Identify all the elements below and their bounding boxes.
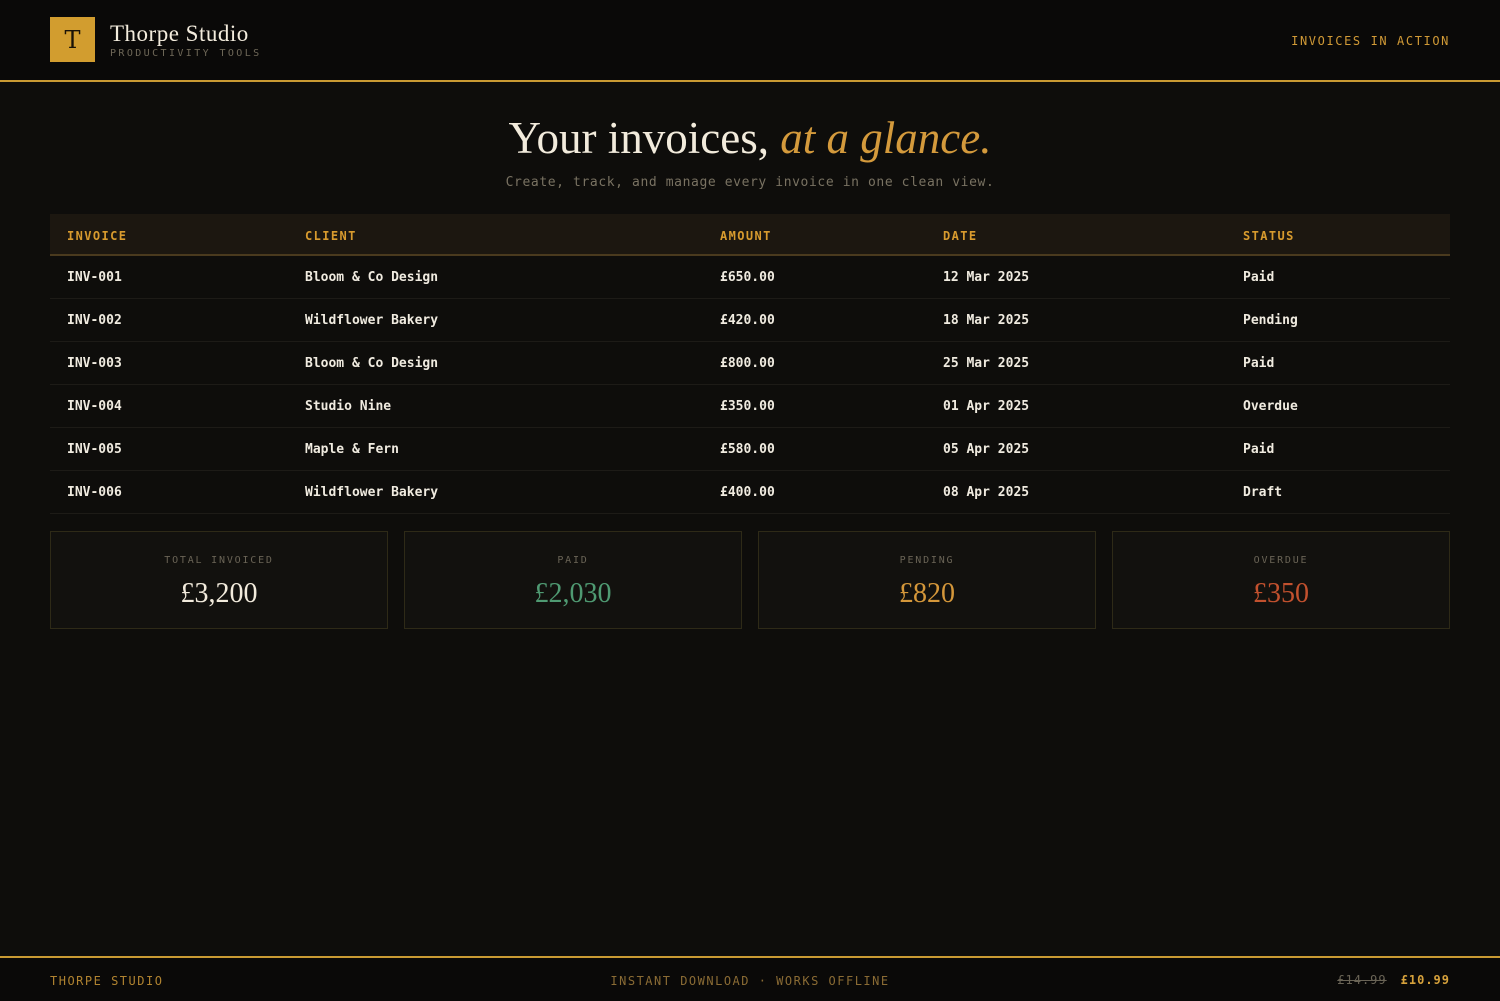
invoice-amount: £650.00 [720,270,775,285]
status-badge: Draft [1243,485,1283,500]
footer-price[interactable]: £14.99 £10.99 [1337,973,1450,987]
invoice-id: INV-002 [67,313,122,328]
invoice-id: INV-005 [67,442,122,457]
status-badge: Overdue [1243,399,1298,414]
invoice-amount: £350.00 [720,399,775,414]
column-header-client[interactable]: CLIENT [305,229,357,243]
invoice-amount: £420.00 [720,313,775,328]
stat-label: PENDING [899,555,955,566]
stat-card-total-invoiced: TOTAL INVOICED £3,200 [50,531,388,629]
invoice-table: INVOICE CLIENT AMOUNT DATE STATUS INV-00… [50,214,1450,514]
summary-stats: TOTAL INVOICED £3,200 PAID £2,030 PENDIN… [50,531,1450,629]
stat-value: £820 [899,578,955,609]
logo[interactable]: T [50,17,95,62]
invoice-date: 05 Apr 2025 [943,442,1030,457]
page-subtitle: Create, track, and manage every invoice … [505,175,995,190]
column-header-invoice[interactable]: INVOICE [67,229,127,243]
table-row[interactable]: INV-006 Wildflower Bakery £400.00 08 Apr… [50,471,1450,514]
stat-label: OVERDUE [1253,555,1309,566]
invoice-amount: £400.00 [720,485,775,500]
table-row[interactable]: INV-002 Wildflower Bakery £420.00 18 Mar… [50,299,1450,342]
table-row[interactable]: INV-004 Studio Nine £350.00 01 Apr 2025 … [50,385,1450,428]
invoice-date: 01 Apr 2025 [943,399,1030,414]
stat-label: TOTAL INVOICED [164,555,274,566]
brand-name[interactable]: Thorpe Studio [110,21,249,47]
client-name: Wildflower Bakery [305,313,439,328]
invoice-date: 25 Mar 2025 [943,356,1030,371]
stat-label: PAID [557,555,589,566]
stat-value: £2,030 [534,578,612,609]
invoice-id: INV-006 [67,485,122,500]
original-price: £14.99 [1337,973,1387,987]
stat-card-paid: PAID £2,030 [404,531,742,629]
brand-tagline: PRODUCTIVITY TOOLS [110,48,262,59]
client-name: Maple & Fern [305,442,399,457]
invoice-date: 12 Mar 2025 [943,270,1030,285]
stat-card-pending: PENDING £820 [758,531,1096,629]
stat-card-overdue: OVERDUE £350 [1112,531,1450,629]
status-badge: Pending [1243,313,1298,328]
stat-value: £350 [1253,578,1309,609]
table-row[interactable]: INV-003 Bloom & Co Design £800.00 25 Mar… [50,342,1450,385]
stat-value: £3,200 [180,578,258,609]
table-header: INVOICE CLIENT AMOUNT DATE STATUS [50,214,1450,256]
footer-bar: THORPE STUDIO INSTANT DOWNLOAD · WORKS O… [0,956,1500,1001]
client-name: Wildflower Bakery [305,485,439,500]
invoice-amount: £580.00 [720,442,775,457]
client-name: Studio Nine [305,399,392,414]
column-header-amount[interactable]: AMOUNT [720,229,772,243]
nav-link-invoices-in-action[interactable]: INVOICES IN ACTION [1291,34,1450,48]
invoice-id: INV-001 [67,270,122,285]
column-header-status[interactable]: STATUS [1243,229,1295,243]
header-bar: T Thorpe Studio PRODUCTIVITY TOOLS INVOI… [0,0,1500,82]
status-badge: Paid [1243,442,1275,457]
client-name: Bloom & Co Design [305,270,439,285]
page-title-main: Your invoices, [508,113,769,163]
status-badge: Paid [1243,356,1275,371]
sale-price: £10.99 [1400,973,1450,987]
column-header-date[interactable]: DATE [943,229,978,243]
page-title-accent: at a glance. [780,113,992,163]
table-row[interactable]: INV-001 Bloom & Co Design £650.00 12 Mar… [50,256,1450,299]
invoice-amount: £800.00 [720,356,775,371]
page-title: Your invoices, at a glance. [0,112,1500,164]
footer-tagline: INSTANT DOWNLOAD · WORKS OFFLINE [610,974,890,988]
invoice-id: INV-004 [67,399,122,414]
invoice-id: INV-003 [67,356,122,371]
invoice-date: 18 Mar 2025 [943,313,1030,328]
table-row[interactable]: INV-005 Maple & Fern £580.00 05 Apr 2025… [50,428,1450,471]
status-badge: Paid [1243,270,1275,285]
invoice-date: 08 Apr 2025 [943,485,1030,500]
client-name: Bloom & Co Design [305,356,439,371]
